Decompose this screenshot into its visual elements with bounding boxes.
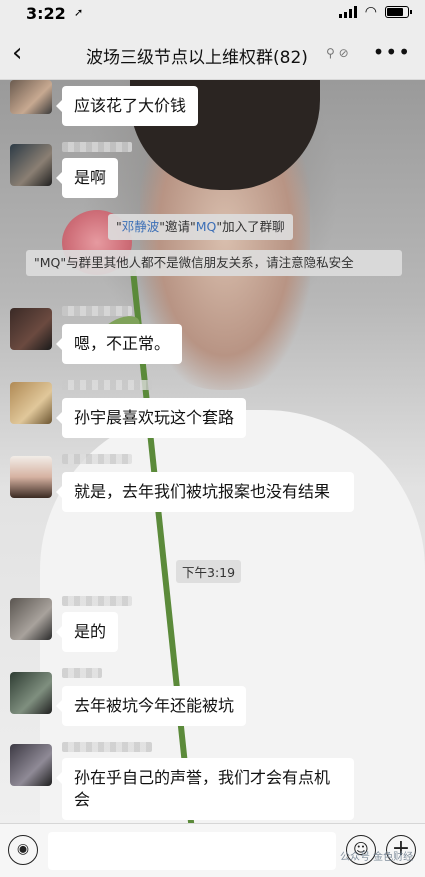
sender-name (62, 596, 132, 606)
avatar[interactable] (10, 672, 52, 714)
avatar[interactable] (10, 308, 52, 350)
cellular-signal-icon (338, 6, 357, 18)
message-bubble[interactable]: 是啊 (55, 158, 119, 198)
more-icon[interactable]: ••• (373, 40, 411, 64)
invite-tail: "加入了群聊 (216, 219, 285, 234)
battery-icon (385, 6, 412, 18)
avatar[interactable] (10, 744, 52, 786)
invite-text: "邀请" (159, 219, 196, 234)
message-bubble[interactable]: 去年被坑今年还能被坑 (55, 686, 247, 726)
avatar[interactable] (10, 144, 52, 186)
avatar[interactable] (10, 382, 52, 424)
message-bubble[interactable]: 是的 (55, 612, 119, 652)
avatar[interactable] (10, 80, 52, 114)
status-icons: ◠ (338, 4, 412, 20)
sender-name (62, 742, 152, 752)
wifi-icon: ◠ (364, 4, 377, 20)
sender-name (62, 142, 132, 152)
sender-name (62, 668, 102, 678)
avatar[interactable] (10, 456, 52, 498)
timestamp-label: 下午3:19 (176, 560, 242, 583)
status-bar: 3:22 ➚ ◠ (0, 0, 425, 28)
sender-name (62, 380, 152, 390)
invitee-link[interactable]: MQ (196, 219, 217, 234)
message-input[interactable] (48, 832, 336, 870)
sender-name (62, 306, 132, 316)
message-bubble[interactable]: 应该花了大价钱 (55, 86, 199, 126)
message-bubble[interactable]: 孙宇晨喜欢玩这个套路 (55, 398, 247, 438)
inviter-link[interactable]: 邓静波 (122, 219, 160, 234)
watermark-text: 公众号 金色财经 (340, 852, 414, 863)
sender-name (62, 454, 132, 464)
voice-button[interactable]: ◉ (8, 835, 38, 865)
nav-bar: ‹ 波场三级节点以上维权群(82) ⚲ ⊘ ••• (0, 28, 425, 80)
system-invite-notice: "邓静波"邀请"MQ"加入了群聊 (108, 214, 293, 240)
mute-icon: ⚲ ⊘ (326, 46, 349, 60)
chat-title: 波场三级节点以上维权群(82) (86, 48, 308, 68)
message-bubble[interactable]: 就是，去年我们被坑报案也没有结果 (56, 472, 354, 512)
message-bubble[interactable]: 嗯，不正常。 (55, 324, 183, 364)
location-arrow-icon: ➚ (74, 6, 84, 19)
message-bubble[interactable]: 孙在乎自己的声誉，我们才会有点机会 (56, 758, 354, 820)
back-icon[interactable]: ‹ (12, 40, 22, 66)
status-time: 3:22 (26, 4, 66, 23)
avatar[interactable] (10, 598, 52, 640)
system-privacy-notice: "MQ"与群里其他人都不是微信朋友关系，请注意隐私安全 (26, 250, 402, 276)
chat-area[interactable]: 应该花了大价钱 是啊 "邓静波"邀请"MQ"加入了群聊 "MQ"与群里其他人都不… (0, 80, 425, 823)
